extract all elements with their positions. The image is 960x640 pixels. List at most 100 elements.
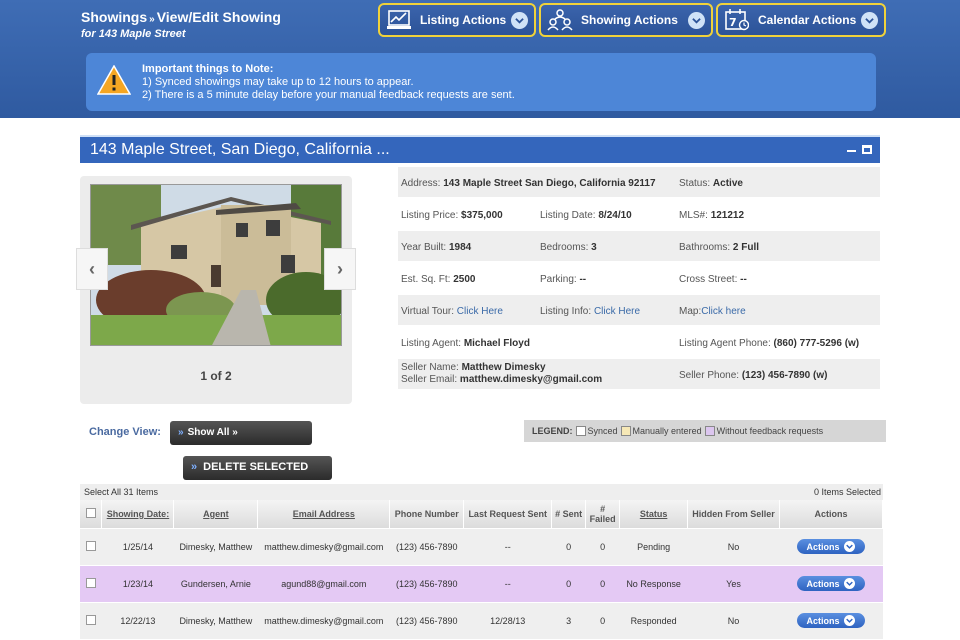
row-checkbox[interactable] bbox=[80, 527, 102, 565]
change-view-label: Change View: bbox=[89, 426, 161, 438]
chevron-down-icon bbox=[861, 11, 878, 29]
cross-street-field: Cross Street: -- bbox=[679, 274, 747, 285]
agent-phone: (123) 456-7890 bbox=[389, 601, 464, 639]
breadcrumb-showings[interactable]: Showings bbox=[81, 9, 147, 25]
showing-actions-button[interactable]: Showing Actions bbox=[539, 3, 713, 37]
notice-line-2: 2) There is a 5 minute delay before your… bbox=[142, 89, 515, 101]
failed-count: 0 bbox=[585, 601, 620, 639]
map-link[interactable]: Click here bbox=[701, 306, 745, 317]
sent-count: 3 bbox=[551, 601, 586, 639]
calendar-icon: 7 bbox=[724, 8, 750, 32]
listing-info-field: Listing Info: Click Here bbox=[540, 306, 641, 317]
hidden-value: Yes bbox=[687, 564, 780, 602]
table-row[interactable]: 12/22/13 Dimesky, Matthew matthew.dimesk… bbox=[80, 601, 883, 639]
warning-icon bbox=[96, 64, 132, 95]
select-all-checkbox[interactable] bbox=[80, 500, 103, 528]
agent-email: matthew.dimesky@gmail.com bbox=[257, 527, 390, 565]
chevron-down-icon bbox=[844, 578, 856, 589]
listing-date-field: Listing Date: 8/24/10 bbox=[540, 210, 632, 221]
next-photo-button[interactable]: › bbox=[324, 248, 356, 290]
status-value: No Response bbox=[619, 564, 688, 602]
mls-field: MLS#: 121212 bbox=[679, 210, 745, 221]
listing-photo bbox=[90, 184, 342, 346]
calendar-actions-button[interactable]: 7 Calendar Actions bbox=[716, 3, 886, 37]
showing-date: 1/23/14 bbox=[101, 564, 174, 602]
agent-name: Dimesky, Matthew bbox=[173, 601, 258, 639]
virtual-tour-field: Virtual Tour: Click Here bbox=[401, 306, 503, 317]
hidden-value: No bbox=[687, 527, 780, 565]
showing-actions-label: Showing Actions bbox=[581, 13, 678, 27]
seller-phone-field: Seller Phone: (123) 456-7890 (w) bbox=[679, 370, 828, 381]
column-sent: # Sent bbox=[551, 500, 587, 528]
previous-photo-button[interactable]: ‹ bbox=[76, 248, 108, 290]
chevron-right-icon: › bbox=[337, 258, 343, 279]
breadcrumb: Showings» View/Edit Showing bbox=[81, 9, 281, 25]
map-field: Map:Click here bbox=[679, 306, 746, 317]
agent-email: matthew.dimesky@gmail.com bbox=[257, 601, 390, 639]
bathrooms-field: Bathrooms: 2 Full bbox=[679, 242, 760, 253]
chevron-down-icon bbox=[511, 11, 528, 29]
column-email[interactable]: Email Address bbox=[257, 500, 391, 528]
breadcrumb-separator: » bbox=[149, 14, 155, 25]
delete-selected-label: DELETE SELECTED bbox=[203, 461, 309, 473]
legend-label: LEGEND: bbox=[532, 426, 573, 436]
column-status[interactable]: Status bbox=[619, 500, 689, 528]
legend: LEGEND: Synced Manually entered Without … bbox=[524, 420, 886, 442]
virtual-tour-link[interactable]: Click Here bbox=[457, 306, 503, 317]
table-row[interactable]: 1/25/14 Dimesky, Matthew matthew.dimesky… bbox=[80, 527, 883, 565]
legend-synced: Synced bbox=[575, 426, 618, 437]
photo-gallery: ‹ › 1 of 2 bbox=[76, 176, 356, 404]
selection-bar: Select All 31 Items 0 Items Selected bbox=[80, 484, 883, 500]
row-actions-button[interactable]: Actions bbox=[796, 576, 865, 591]
row-checkbox[interactable] bbox=[80, 564, 102, 602]
people-icon bbox=[547, 8, 573, 32]
listing-details: Address: 143 Maple Street San Diego, Cal… bbox=[398, 167, 880, 391]
sent-count: 0 bbox=[551, 564, 586, 602]
table-row[interactable]: 1/23/14 Gundersen, Arnie agund88@gmail.c… bbox=[80, 564, 883, 602]
select-all-link[interactable]: Select All 31 Items bbox=[84, 487, 158, 497]
detail-row: Year Built: 1984 Bedrooms: 3 Bathrooms: … bbox=[398, 231, 880, 261]
show-all-dropdown[interactable]: » Show All » bbox=[170, 421, 312, 445]
row-actions-cell: Actions bbox=[779, 527, 883, 565]
double-chevron-icon: » bbox=[178, 427, 184, 438]
double-chevron-icon: » bbox=[232, 427, 238, 438]
minimize-icon[interactable] bbox=[847, 150, 856, 152]
row-checkbox[interactable] bbox=[80, 601, 102, 639]
page-subtitle: for 143 Maple Street bbox=[81, 28, 186, 40]
status-field: Status: Active bbox=[679, 178, 743, 189]
listing-agent-field: Listing Agent: Michael Floyd bbox=[401, 338, 530, 349]
seller-name-field: Seller Name: Matthew Dimesky bbox=[401, 362, 546, 373]
showing-date: 1/25/14 bbox=[101, 527, 174, 565]
agent-name: Gundersen, Arnie bbox=[173, 564, 258, 602]
seller-email-field: Seller Email: matthew.dimesky@gmail.com bbox=[401, 374, 603, 385]
sent-count: 0 bbox=[551, 527, 586, 565]
agent-email: agund88@gmail.com bbox=[257, 564, 390, 602]
legend-manual: Manually entered bbox=[620, 426, 702, 437]
calendar-actions-label: Calendar Actions bbox=[758, 13, 857, 27]
maximize-icon[interactable] bbox=[862, 145, 872, 154]
agent-name: Dimesky, Matthew bbox=[173, 527, 258, 565]
column-agent[interactable]: Agent bbox=[173, 500, 259, 528]
chevron-down-icon bbox=[844, 541, 856, 552]
listing-actions-button[interactable]: Listing Actions bbox=[378, 3, 536, 37]
showing-date: 12/22/13 bbox=[101, 601, 174, 639]
legend-no-feedback: Without feedback requests bbox=[704, 426, 823, 437]
address-field: Address: 143 Maple Street San Diego, Cal… bbox=[401, 178, 656, 189]
row-actions-button[interactable]: Actions bbox=[796, 613, 865, 629]
listing-title: 143 Maple Street, San Diego, California … bbox=[90, 141, 390, 158]
failed-count: 0 bbox=[585, 564, 620, 602]
last-request: -- bbox=[463, 564, 552, 602]
column-showing-date[interactable]: Showing Date: bbox=[101, 500, 175, 528]
chevron-left-icon: ‹ bbox=[89, 258, 95, 279]
column-hidden: Hidden From Seller bbox=[687, 500, 780, 528]
row-actions-cell: Actions bbox=[779, 564, 883, 602]
agent-phone: (123) 456-7890 bbox=[389, 564, 464, 602]
listing-panel-header: 143 Maple Street, San Diego, California … bbox=[80, 135, 880, 163]
delete-selected-button[interactable]: » DELETE SELECTED bbox=[183, 456, 332, 480]
row-actions-button[interactable]: Actions bbox=[796, 539, 865, 554]
listing-info-link[interactable]: Click Here bbox=[594, 306, 640, 317]
failed-count: 0 bbox=[585, 527, 620, 565]
page-header: Showings» View/Edit Showing for 143 Maple… bbox=[0, 0, 960, 118]
chevron-down-icon bbox=[844, 615, 856, 627]
column-last-request: Last Request Sent bbox=[463, 500, 553, 528]
